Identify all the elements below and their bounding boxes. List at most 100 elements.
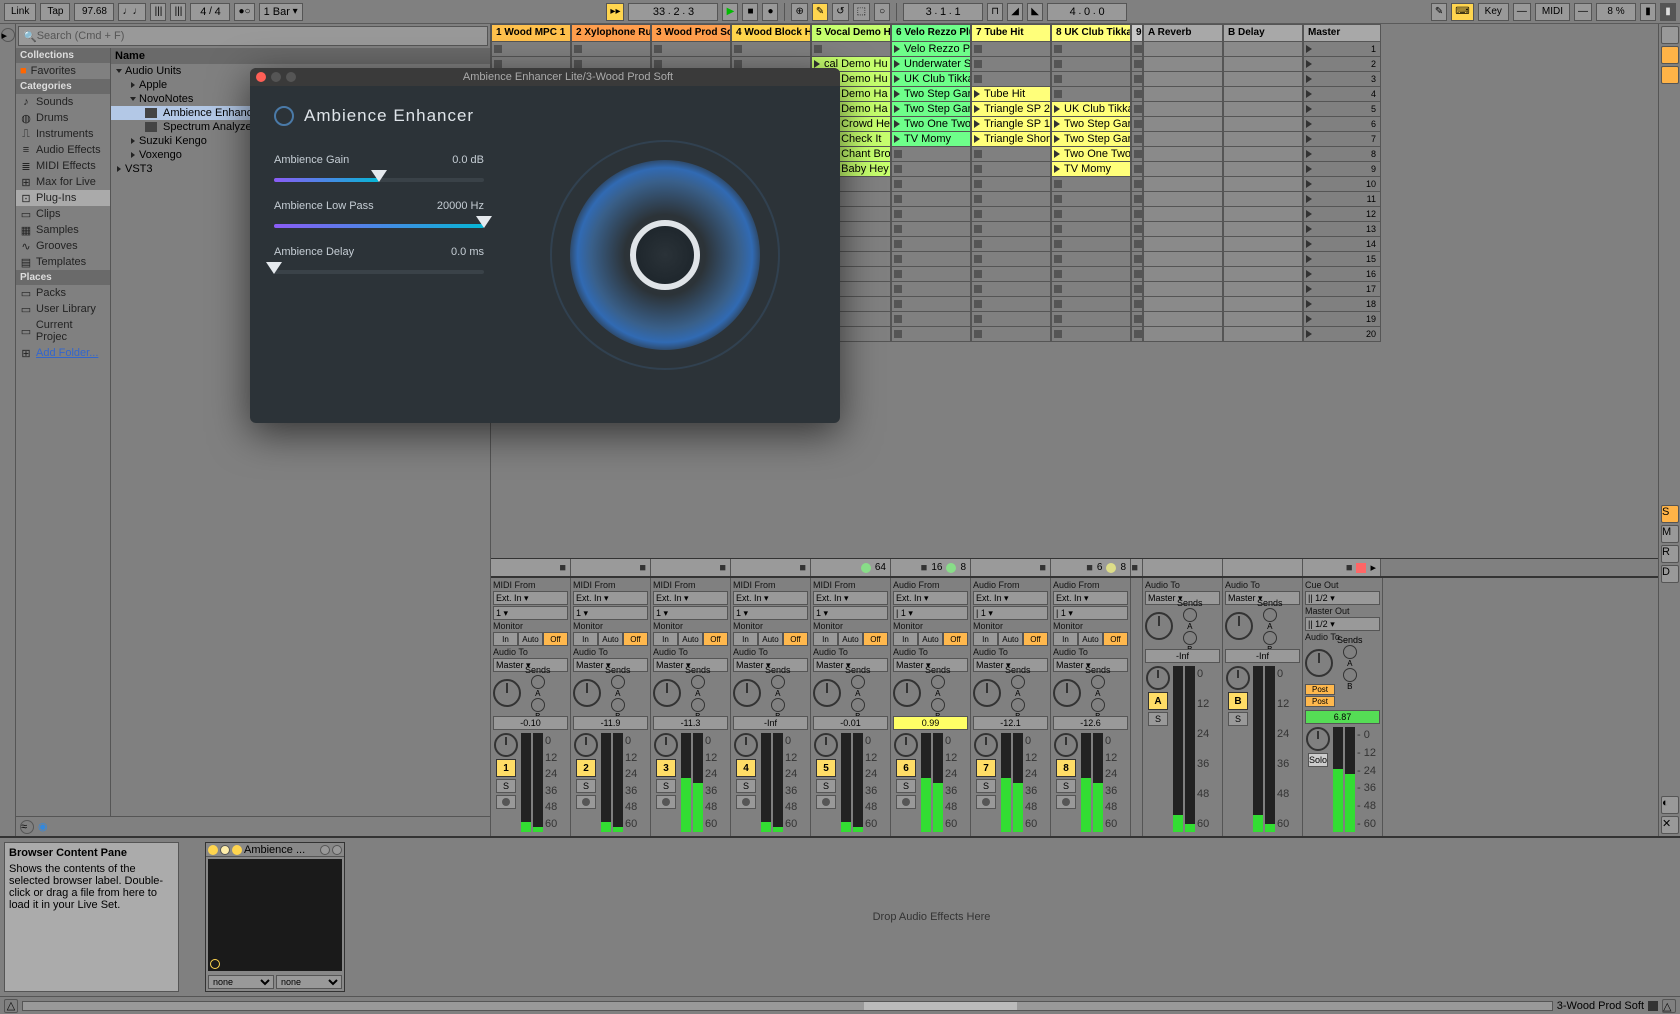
- clip-stop-icon[interactable]: [974, 300, 982, 308]
- clip-play-icon[interactable]: [894, 105, 902, 113]
- clip-stop-icon[interactable]: [1054, 285, 1062, 293]
- solo-button[interactable]: S: [576, 779, 596, 793]
- category-instruments[interactable]: ⎍Instruments: [16, 126, 110, 142]
- tap-button[interactable]: Tap: [40, 3, 70, 21]
- device[interactable]: Ambience ... none none: [205, 842, 345, 992]
- clip-stop-icon[interactable]: [1134, 60, 1142, 68]
- clip-play-icon[interactable]: [974, 135, 982, 143]
- clip-stop-icon[interactable]: [1134, 210, 1142, 218]
- clip-slot[interactable]: [971, 147, 1051, 162]
- clip-slot[interactable]: [1131, 57, 1143, 72]
- clip-stop-icon[interactable]: [974, 150, 982, 158]
- clip-stop-icon[interactable]: [1134, 75, 1142, 83]
- input-select[interactable]: Ext. In ▾: [653, 591, 728, 605]
- clip-stop-icon[interactable]: [1134, 135, 1142, 143]
- vol-knob[interactable]: [814, 733, 838, 757]
- pan-knob[interactable]: [653, 679, 681, 707]
- time-sig[interactable]: 4 / 4: [190, 3, 230, 21]
- follow-icon[interactable]: ▸▸: [606, 3, 624, 21]
- track-header[interactable]: 3 Wood Prod Soft: [651, 24, 731, 42]
- pan-knob[interactable]: [973, 679, 1001, 707]
- scene-launch-icon[interactable]: [1306, 195, 1314, 203]
- arm-button[interactable]: [896, 795, 916, 809]
- clip-slot[interactable]: [971, 297, 1051, 312]
- pan-knob[interactable]: [573, 679, 601, 707]
- mon-auto[interactable]: Auto: [598, 632, 623, 646]
- send-b-knob[interactable]: [1091, 698, 1105, 712]
- return-header[interactable]: A Reverb: [1143, 24, 1223, 42]
- input-select[interactable]: Ext. In ▾: [733, 591, 808, 605]
- clip-stop-icon[interactable]: [1134, 195, 1142, 203]
- clip-slot[interactable]: Two One Two 9: [891, 117, 971, 132]
- input-select[interactable]: Ext. In ▾: [893, 591, 968, 605]
- clip-slot[interactable]: [971, 192, 1051, 207]
- clip-stop-icon[interactable]: [1134, 255, 1142, 263]
- volume-value[interactable]: -Inf: [733, 716, 808, 730]
- solo-button[interactable]: S: [816, 779, 836, 793]
- pan-knob[interactable]: [1305, 649, 1333, 677]
- mon-off[interactable]: Off: [943, 632, 968, 646]
- scene-slot[interactable]: 9: [1303, 162, 1381, 177]
- arrangement-toggle-icon[interactable]: △: [4, 999, 18, 1013]
- mon-auto[interactable]: Auto: [678, 632, 703, 646]
- track-header[interactable]: 6 Velo Rezzo Pluc: [891, 24, 971, 42]
- clip-slot[interactable]: [1131, 297, 1143, 312]
- clip-stop-icon[interactable]: [974, 255, 982, 263]
- clip-stop-icon[interactable]: [894, 180, 902, 188]
- solo-button[interactable]: S: [1148, 712, 1168, 726]
- clip-slot[interactable]: [971, 177, 1051, 192]
- d-button[interactable]: D: [1661, 565, 1679, 583]
- clip-stop-icon[interactable]: [1134, 165, 1142, 173]
- clip-slot[interactable]: Two One Two 9: [1051, 147, 1131, 162]
- mon-off[interactable]: Off: [703, 632, 728, 646]
- device-preset-a[interactable]: none: [208, 975, 274, 989]
- clip-slot[interactable]: [1131, 42, 1143, 57]
- clip-slot[interactable]: [1051, 177, 1131, 192]
- scene-slot[interactable]: 19: [1303, 312, 1381, 327]
- clip-slot[interactable]: [891, 282, 971, 297]
- arm-button[interactable]: [496, 795, 516, 809]
- clip-stop-icon[interactable]: [574, 45, 582, 53]
- clip-stop-icon[interactable]: [974, 240, 982, 248]
- clip-slot[interactable]: [1131, 267, 1143, 282]
- add-folder[interactable]: ⊞Add Folder...: [16, 345, 110, 361]
- input-ch-select[interactable]: 1 ▾: [493, 606, 568, 620]
- metronome-icon[interactable]: ♩♩: [118, 3, 146, 21]
- clip-slot[interactable]: [971, 267, 1051, 282]
- track-header[interactable]: 7 Tube Hit: [971, 24, 1051, 42]
- stop-clips[interactable]: ■: [491, 559, 571, 576]
- clip-slot[interactable]: [891, 177, 971, 192]
- pan-knob[interactable]: [493, 679, 521, 707]
- vol-knob[interactable]: [494, 733, 518, 757]
- clip-stop-icon[interactable]: [574, 60, 582, 68]
- scene-slot[interactable]: 18: [1303, 297, 1381, 312]
- clip-slot[interactable]: [811, 42, 891, 57]
- capture[interactable]: ⬚: [853, 3, 870, 21]
- clip-stop-icon[interactable]: [1134, 225, 1142, 233]
- mon-in[interactable]: In: [573, 632, 598, 646]
- track-header[interactable]: 4 Wood Block Hig: [731, 24, 811, 42]
- clip-stop-icon[interactable]: [1054, 315, 1062, 323]
- clip-play-icon[interactable]: [894, 60, 902, 68]
- clip-slot[interactable]: [971, 72, 1051, 87]
- send-b-knob[interactable]: [611, 698, 625, 712]
- scene-slot[interactable]: 7: [1303, 132, 1381, 147]
- clip-slot[interactable]: [891, 267, 971, 282]
- midi-map[interactable]: MIDI: [1535, 3, 1570, 21]
- clip-stop-icon[interactable]: [734, 45, 742, 53]
- input-select[interactable]: Ext. In ▾: [493, 591, 568, 605]
- mon-in[interactable]: In: [1053, 632, 1078, 646]
- category-drums[interactable]: ◍Drums: [16, 110, 110, 126]
- mon-off[interactable]: Off: [863, 632, 888, 646]
- clip-slot[interactable]: Triangle SP 2: [971, 102, 1051, 117]
- clip-stop-icon[interactable]: [974, 60, 982, 68]
- clip-slot[interactable]: [1051, 207, 1131, 222]
- solo-button[interactable]: S: [896, 779, 916, 793]
- clip-stop-icon[interactable]: [1134, 270, 1142, 278]
- track-activator[interactable]: 6: [896, 759, 916, 777]
- vol-knob[interactable]: [1226, 666, 1250, 690]
- s-button[interactable]: S: [1661, 505, 1679, 523]
- clip-slot[interactable]: [1131, 117, 1143, 132]
- clip-slot[interactable]: [891, 162, 971, 177]
- clip-slot[interactable]: [1131, 192, 1143, 207]
